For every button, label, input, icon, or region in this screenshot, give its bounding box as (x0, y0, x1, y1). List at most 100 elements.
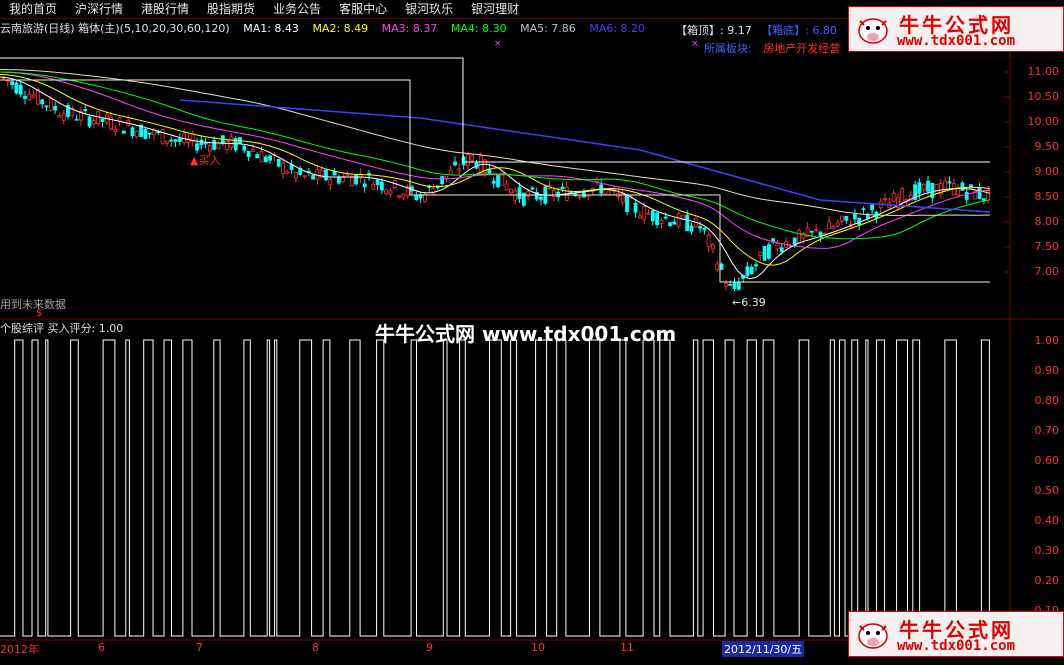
candle-body (689, 225, 694, 232)
candle-body (362, 183, 367, 188)
candle-body (259, 150, 264, 163)
box-top-line (0, 57, 990, 163)
candle-body (100, 118, 105, 122)
stock-title: 云南旅游(日线) 箱体(主)(5,10,20,30,60,120) (0, 22, 230, 35)
candle-body (169, 139, 174, 142)
candle-body (857, 217, 862, 225)
candle-body (655, 212, 659, 225)
candle-body (388, 190, 393, 195)
candle-body (964, 191, 969, 200)
candle-body (676, 213, 681, 227)
candle-body (982, 198, 986, 201)
candle-body (397, 195, 402, 198)
price-tick: 9.50 (1034, 140, 1060, 153)
candle-body (53, 106, 57, 111)
candle-body (814, 229, 819, 232)
candle-body (702, 227, 707, 231)
price-tick: 11.00 (1027, 65, 1060, 78)
candle-body (216, 142, 221, 150)
candle-body (736, 282, 741, 290)
ma2-line (0, 74, 991, 266)
candle-body (345, 173, 350, 176)
price-tick: 7.50 (1034, 240, 1060, 253)
candle-body (496, 175, 500, 188)
candle-body (143, 128, 148, 140)
buy-signal-marker: ▲买入 (190, 154, 221, 167)
candle-body (130, 127, 135, 136)
candle-body (91, 120, 96, 125)
date-axis: 2012年 6 7 8 9 10 11 2012/11/30/五 (0, 641, 850, 657)
candle-body (672, 221, 677, 225)
future-data-warning: 用到未来数据 (0, 298, 66, 311)
candle-body (195, 143, 199, 151)
candle-body (74, 118, 79, 121)
candle-body (646, 212, 651, 215)
candle-body (625, 194, 629, 212)
score-tick: 0.30 (1034, 544, 1060, 557)
logo-url-text: www.tdx001.com (897, 33, 1016, 49)
score-tick: 0.40 (1034, 514, 1060, 527)
date-tick: 9 (426, 641, 433, 654)
candle-body (840, 215, 844, 222)
date-tick: 7 (196, 641, 203, 654)
candle-body (844, 215, 849, 221)
sector-info: 所属板块: 房地产开发经营 (704, 40, 840, 56)
ma1-value: MA1: 8.43 (243, 22, 299, 35)
candle-body (977, 188, 982, 199)
candle-body (379, 181, 384, 191)
date-tick: 11 (620, 641, 634, 654)
candle-body (164, 140, 169, 144)
candle-body (414, 195, 419, 201)
candle-body (724, 283, 728, 287)
candle-body (36, 89, 40, 105)
candle-body (268, 155, 273, 161)
candle-body (5, 80, 10, 83)
candle-body (328, 179, 333, 186)
candle-body (775, 242, 780, 250)
candle-body (749, 266, 754, 274)
candle-body (835, 222, 840, 227)
candle-body (633, 202, 638, 213)
candle-body (250, 149, 255, 152)
ma4-value: MA4: 8.30 (450, 22, 507, 35)
candle-body (762, 246, 767, 261)
candle-body (319, 170, 324, 179)
candle-body (663, 216, 668, 219)
candle-body (745, 266, 750, 277)
candle-body (917, 182, 922, 194)
candle-body (263, 156, 268, 162)
ma-cross-mark: × (494, 39, 502, 49)
price-tick: 9.00 (1034, 165, 1060, 178)
candle-body (668, 222, 672, 227)
candle-body (921, 184, 926, 191)
ma-cross-mark: × (691, 39, 699, 49)
score-tick: 0.60 (1034, 454, 1060, 467)
score-tick: 0.50 (1034, 484, 1060, 497)
candle-body (470, 154, 475, 161)
candle-body (285, 171, 290, 174)
candle-body (40, 99, 45, 105)
box-info: 【箱顶】: 9.17 【箱底】: 6.80 (676, 22, 837, 38)
candle-body (706, 234, 711, 247)
candle-body (732, 281, 737, 289)
price-tick: 8.50 (1034, 190, 1060, 203)
candle-body (229, 136, 234, 148)
candle-body (431, 187, 436, 195)
date-tick: 6 (98, 641, 105, 654)
candle-body (870, 204, 874, 211)
candle-body (87, 116, 92, 127)
candle-body (685, 214, 690, 232)
candle-body (225, 140, 230, 150)
candle-body (603, 189, 608, 195)
candle-body (508, 188, 513, 194)
ma2-value: MA2: 8.49 (312, 22, 369, 35)
candle-body (926, 180, 930, 192)
cursor-date: 2012/11/30/五 (722, 641, 805, 657)
candle-body (83, 109, 88, 112)
candle-body (457, 168, 462, 171)
site-logo-bottom: 牛牛公式网 www.tdx001.com (848, 611, 1064, 657)
score-tick: 1.00 (1034, 334, 1060, 347)
candle-body (526, 191, 530, 197)
candle-body (349, 176, 354, 187)
candle-body (207, 145, 212, 152)
